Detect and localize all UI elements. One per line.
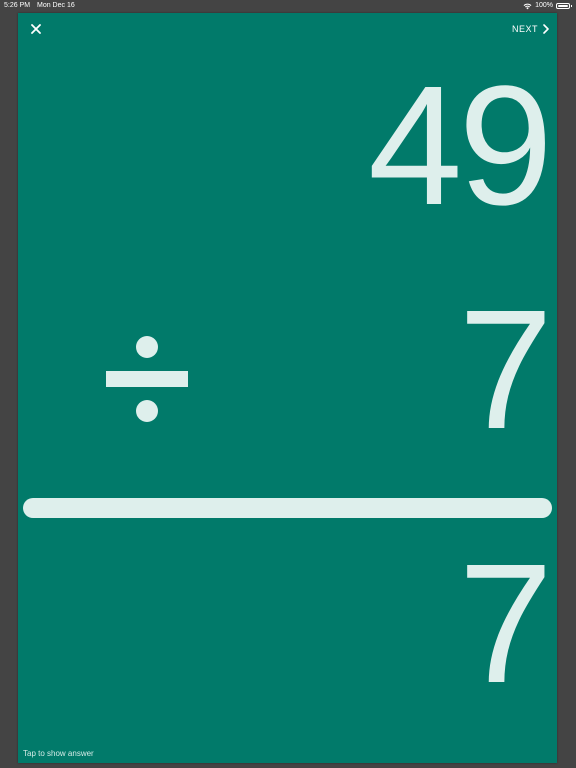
answer[interactable]: 7 [458, 539, 553, 709]
status-time: 5:26 PM [4, 2, 31, 9]
chevron-right-icon [543, 24, 549, 34]
flashcard[interactable]: NEXT 49 ÷ 7 7 Tap to show answer [18, 13, 557, 763]
divisor: 7 [458, 275, 553, 465]
next-button[interactable]: NEXT [512, 21, 549, 37]
close-button[interactable] [28, 21, 44, 37]
tap-to-show-hint: Tap to show answer [23, 749, 94, 758]
dividend: 49 [367, 51, 553, 241]
answer-divider [23, 498, 552, 518]
wifi-icon [523, 3, 532, 10]
close-icon [31, 24, 41, 34]
status-date: Mon Dec 16 [37, 2, 75, 9]
battery-percentage: 100% [535, 2, 553, 9]
status-indicators: 100% [523, 0, 572, 12]
battery-icon [556, 3, 572, 9]
next-label: NEXT [511, 24, 538, 34]
status-bar: 5:26 PM Mon Dec 16 100% [0, 0, 576, 12]
division-icon [106, 336, 188, 422]
